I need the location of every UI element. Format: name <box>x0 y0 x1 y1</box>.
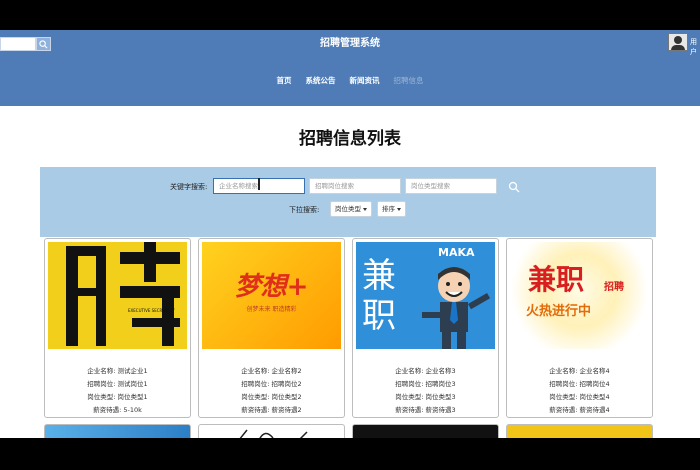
job-type-dropdown[interactable]: 岗位类型 <box>330 201 372 217</box>
salary: 薪资待遇: 薪资待遇4 <box>549 406 610 414</box>
nav-news[interactable]: 新闻资讯 <box>350 75 380 87</box>
job-image-text: 兼职 <box>362 256 396 336</box>
job-card[interactable]: 兼职 招聘 火热进行中 企业名称: 企业名称4 招聘岗位: 招聘岗位4 岗位类型… <box>506 238 653 418</box>
nav-announcements[interactable]: 系统公告 <box>306 75 336 87</box>
job-card[interactable] <box>352 424 499 438</box>
main-nav: 首页 系统公告 新闻资讯 招聘信息 <box>0 58 700 106</box>
job-image-text: 梦想+ <box>234 272 309 302</box>
job-position: 招聘岗位: 招聘岗位3 <box>395 380 456 388</box>
text-caret <box>258 178 260 190</box>
salary: 薪资待遇: 5-10k <box>93 406 142 414</box>
chevron-down-icon <box>363 207 367 211</box>
cartoon-man-illustration <box>422 267 491 349</box>
app-window: 招聘管理系统 用户 首页 系统公告 新闻资讯 招聘信息 招聘信息列表 关键字搜索… <box>0 30 700 438</box>
job-image: 兼职 招聘 火热进行中 <box>510 242 649 349</box>
job-card[interactable]: EXECUTIVE SECRETARY 聘 企业名称: 测试企业1 招聘岗位: … <box>44 238 191 418</box>
search-icon[interactable] <box>508 181 520 193</box>
job-position: 招聘岗位: 测试岗位1 <box>87 380 148 388</box>
job-position: 招聘岗位: 招聘岗位4 <box>549 380 610 388</box>
sort-dropdown[interactable]: 排序 <box>377 201 406 217</box>
job-image-subtext: 火热进行中 <box>526 304 592 319</box>
job-image-text: 兼职 <box>528 263 585 296</box>
position-search-input[interactable]: 招聘岗位搜索 <box>309 178 401 194</box>
page-title: 招聘信息列表 <box>299 129 401 149</box>
job-image: MAKA 兼职 <box>356 242 495 349</box>
avatar[interactable] <box>668 33 688 51</box>
top-bar: 招聘管理系统 用户 <box>0 30 700 58</box>
company-name: 企业名称: 企业名称4 <box>549 367 610 375</box>
job-type: 岗位类型: 岗位类型2 <box>241 393 302 401</box>
company-name: 企业名称: 企业名称3 <box>395 367 456 375</box>
job-position: 招聘岗位: 招聘岗位2 <box>241 380 302 388</box>
nav-home[interactable]: 首页 <box>277 75 292 87</box>
job-image-subtext: 创梦未来 职造精彩 <box>246 306 297 313</box>
dropdown-search-label: 下拉搜索: <box>289 206 320 214</box>
job-type: 岗位类型: 岗位类型1 <box>87 393 148 401</box>
brand-logo: MAKA <box>438 246 475 259</box>
job-image: EXECUTIVE SECRETARY 聘 <box>48 242 187 349</box>
sort-dropdown-label: 排序 <box>382 205 395 213</box>
job-type-dropdown-label: 岗位类型 <box>335 205 361 213</box>
job-card[interactable] <box>198 424 345 438</box>
type-search-input[interactable]: 岗位类型搜索 <box>405 178 497 194</box>
site-title: 招聘管理系统 <box>320 38 380 49</box>
user-name[interactable]: 用户 <box>690 37 700 57</box>
salary: 薪资待遇: 薪资待遇3 <box>395 406 456 414</box>
svg-text:EXECUTIVE SECRETARY: EXECUTIVE SECRETARY <box>128 308 175 313</box>
nav-jobs[interactable]: 招聘信息 <box>394 75 424 87</box>
chevron-down-icon <box>397 207 401 211</box>
job-card[interactable]: 梦想+ 创梦未来 职造精彩 企业名称: 企业名称2 招聘岗位: 招聘岗位2 岗位… <box>198 238 345 418</box>
keyword-search-label: 关键字搜索: <box>170 183 208 191</box>
company-name: 企业名称: 测试企业1 <box>87 367 148 375</box>
job-image: 梦想+ 创梦未来 职造精彩 <box>202 242 341 349</box>
job-type: 岗位类型: 岗位类型4 <box>549 393 610 401</box>
job-card[interactable]: MAKA 兼职 企业名称: 企业名称3 招聘岗位: 招聘岗位3 岗位类型: 岗位… <box>352 238 499 418</box>
job-type: 岗位类型: 岗位类型3 <box>395 393 456 401</box>
company-name: 企业名称: 企业名称2 <box>241 367 302 375</box>
job-image-tag: 招聘 <box>604 282 624 293</box>
job-card[interactable] <box>506 424 653 438</box>
job-card[interactable] <box>44 424 191 438</box>
salary: 薪资待遇: 薪资待遇2 <box>241 406 302 414</box>
